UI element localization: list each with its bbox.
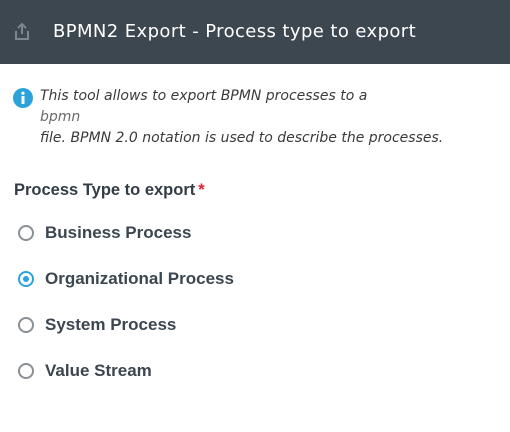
info-text: This tool allows to export BPMN processe… <box>40 86 480 149</box>
dialog-titlebar: BPMN2 Export - Process type to export <box>0 0 510 64</box>
required-marker: * <box>198 181 205 199</box>
process-type-label: Process Type to export * <box>14 181 205 200</box>
info-icon <box>13 88 33 108</box>
info-line-2: file. BPMN 2.0 notation is used to descr… <box>40 130 444 146</box>
radio-button[interactable] <box>18 317 34 333</box>
radio-button-selected[interactable] <box>18 271 34 287</box>
radio-button[interactable] <box>18 363 34 379</box>
radio-label[interactable]: Organizational Process <box>45 269 234 289</box>
export-share-icon <box>12 22 32 42</box>
radio-label[interactable]: Business Process <box>45 223 191 243</box>
radio-label[interactable]: Value Stream <box>45 361 152 381</box>
info-extension: bpmn <box>40 109 81 125</box>
dialog-title: BPMN2 Export - Process type to export <box>53 21 417 42</box>
radio-label[interactable]: System Process <box>45 315 176 335</box>
radio-button[interactable] <box>18 225 34 241</box>
info-line-1: This tool allows to export BPMN processe… <box>40 88 368 104</box>
process-type-label-text: Process Type to export <box>14 181 196 199</box>
